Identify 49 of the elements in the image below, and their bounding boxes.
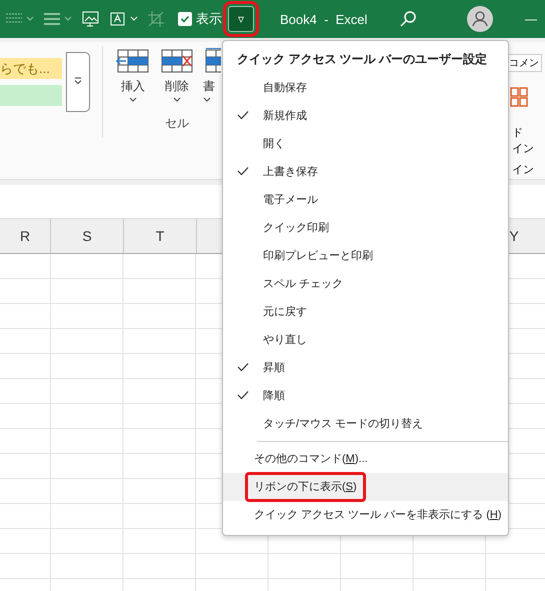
chevron-icon <box>173 97 181 103</box>
gallery-more-button[interactable] <box>66 52 90 112</box>
menu-item[interactable]: タッチ/マウス モードの切り替え <box>223 409 508 437</box>
menu-item[interactable]: 開く <box>223 129 508 157</box>
menu-item[interactable]: 上書き保存 <box>223 157 508 185</box>
lines-icon[interactable] <box>44 12 60 26</box>
menu-item[interactable]: クイック アクセス ツール バーを非表示にする (H) <box>223 501 508 529</box>
menu-item[interactable]: スペル チェック <box>223 269 508 297</box>
ribbon-button[interactable]: 挿入 <box>115 48 151 103</box>
column-header[interactable]: R <box>0 219 51 253</box>
chevron-icon[interactable] <box>64 16 72 22</box>
checkmark-icon <box>237 390 249 400</box>
menu-item[interactable]: リボンの下に表示(S) <box>223 473 508 501</box>
add-in-label: ド <box>512 126 523 140</box>
show-label: 表示 <box>196 10 222 28</box>
more-icon <box>73 77 83 85</box>
window-title: Book4 - Excel <box>280 12 368 26</box>
menu-item[interactable]: 元に戻す <box>223 297 508 325</box>
menu-item[interactable]: 電子メール <box>223 185 508 213</box>
menu-item[interactable]: やり直し <box>223 325 508 353</box>
style-cell[interactable]: らでも... <box>0 58 62 79</box>
group-label: セル <box>165 115 190 132</box>
chevron-icon <box>129 97 137 103</box>
comment-button[interactable]: コメン <box>506 54 542 72</box>
checkmark-icon <box>237 110 249 120</box>
add-in-label: イン <box>512 142 534 156</box>
chevron-icon[interactable] <box>26 16 34 22</box>
style-cell[interactable] <box>0 85 62 106</box>
crop-icon[interactable] <box>148 11 164 27</box>
menu-item[interactable]: 降順 <box>223 381 508 409</box>
avatar-icon[interactable] <box>467 6 493 32</box>
text-box-icon[interactable] <box>109 11 126 27</box>
picture-icon[interactable] <box>82 11 99 27</box>
minimize-button[interactable]: — <box>525 12 537 26</box>
column-header[interactable]: S <box>51 219 124 253</box>
column-header[interactable]: T <box>124 219 197 253</box>
menu-item[interactable]: 昇順 <box>223 353 508 381</box>
checkmark-icon <box>180 14 190 24</box>
search-icon[interactable] <box>399 10 417 28</box>
menu-item[interactable]: その他のコマンド(M)... <box>223 445 508 473</box>
add-in-icon[interactable] <box>509 86 529 108</box>
chevron-icon <box>203 97 211 103</box>
ribbon-button[interactable]: 削除 <box>159 48 195 103</box>
group-label: イン <box>512 163 534 177</box>
checkmark-icon <box>237 362 249 372</box>
menu-item[interactable]: 新規作成 <box>223 101 508 129</box>
checkmark-icon <box>237 166 249 176</box>
checkbox[interactable] <box>178 12 192 26</box>
menu-title: クイック アクセス ツール バーのユーザー設定 <box>236 51 488 68</box>
